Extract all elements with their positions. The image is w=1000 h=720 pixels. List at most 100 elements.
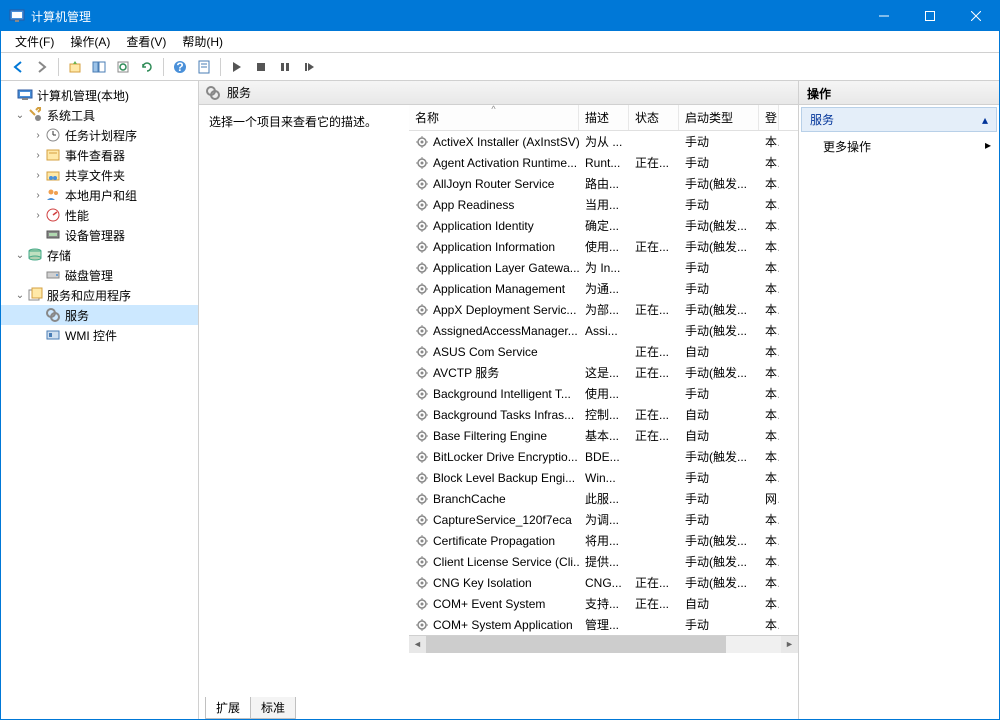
collapse-icon[interactable]: ⌄ <box>13 250 27 261</box>
tree-wmi[interactable]: WMI 控件 <box>1 325 198 345</box>
disk-icon <box>45 267 61 283</box>
actions-section[interactable]: 服务 ▴ <box>801 107 997 132</box>
service-row[interactable]: ActiveX Installer (AxInstSV)为从 ...手动本 <box>409 131 798 152</box>
service-logon: 本 <box>759 280 779 297</box>
menu-help[interactable]: 帮助(H) <box>174 31 231 52</box>
tree-perf[interactable]: › 性能 <box>1 205 198 225</box>
service-row[interactable]: Base Filtering Engine基本...正在...自动本 <box>409 425 798 446</box>
service-startup: 手动(触发... <box>679 175 759 192</box>
gear-icon <box>415 471 429 485</box>
service-row[interactable]: Block Level Backup Engi...Win...手动本 <box>409 467 798 488</box>
expand-icon[interactable]: › <box>31 150 45 161</box>
toolbar: ? <box>1 53 999 81</box>
col-desc[interactable]: 描述 <box>579 105 629 130</box>
service-row[interactable]: AllJoyn Router Service路由...手动(触发...本 <box>409 173 798 194</box>
gear-icon <box>415 282 429 296</box>
tree-systools[interactable]: ⌄ 系统工具 <box>1 105 198 125</box>
tree-panel[interactable]: 计算机管理(本地) ⌄ 系统工具 › 任务计划程序 › 事件查看器 › 共享文件… <box>1 81 199 719</box>
maximize-button[interactable] <box>907 1 953 31</box>
service-row[interactable]: COM+ System Application管理...手动本 <box>409 614 798 635</box>
service-row[interactable]: Application Management为通...手动本 <box>409 278 798 299</box>
service-row[interactable]: Client License Service (Cli...提供...手动(触发… <box>409 551 798 572</box>
show-hide-tree-button[interactable] <box>88 56 110 78</box>
detail-pane: 选择一个项目来查看它的描述。 <box>199 105 409 697</box>
refresh-button[interactable] <box>136 56 158 78</box>
service-desc: 这是... <box>579 364 629 381</box>
tree-eventviewer[interactable]: › 事件查看器 <box>1 145 198 165</box>
service-row[interactable]: App Readiness当用...手动本 <box>409 194 798 215</box>
tree-storage[interactable]: ⌄ 存储 <box>1 245 198 265</box>
services-icon <box>45 307 61 323</box>
tab-extended[interactable]: 扩展 <box>205 697 251 719</box>
service-row[interactable]: COM+ Event System支持...正在...自动本 <box>409 593 798 614</box>
tree-svcapps[interactable]: ⌄ 服务和应用程序 <box>1 285 198 305</box>
collapse-icon[interactable]: ⌄ <box>13 290 27 301</box>
scroll-right-icon[interactable]: ► <box>781 636 798 653</box>
scroll-thumb[interactable] <box>426 636 726 653</box>
tree-root[interactable]: 计算机管理(本地) <box>1 85 198 105</box>
col-logon[interactable]: 登 <box>759 105 779 130</box>
col-startup[interactable]: 启动类型 <box>679 105 759 130</box>
export-button[interactable] <box>112 56 134 78</box>
horizontal-scrollbar[interactable]: ◄ ► <box>409 635 798 652</box>
tree-services[interactable]: 服务 <box>1 305 198 325</box>
service-row[interactable]: Background Tasks Infras...控制...正在...自动本 <box>409 404 798 425</box>
service-row[interactable]: Application Identity确定...手动(触发...本 <box>409 215 798 236</box>
expand-icon[interactable]: › <box>31 130 45 141</box>
up-button[interactable] <box>64 56 86 78</box>
tree-scheduler[interactable]: › 任务计划程序 <box>1 125 198 145</box>
service-startup: 自动 <box>679 406 759 423</box>
service-row[interactable]: Certificate Propagation将用...手动(触发...本 <box>409 530 798 551</box>
tree-label: 性能 <box>65 207 89 224</box>
collapse-icon[interactable]: ▴ <box>982 113 988 127</box>
service-startup: 手动 <box>679 511 759 528</box>
collapse-icon[interactable]: ⌄ <box>13 110 27 121</box>
scroll-left-icon[interactable]: ◄ <box>409 636 426 653</box>
help-button[interactable]: ? <box>169 56 191 78</box>
expand-icon[interactable]: › <box>31 170 45 181</box>
gear-icon <box>415 534 429 548</box>
service-row[interactable]: Application Layer Gatewa...为 In...手动本 <box>409 257 798 278</box>
service-name: Base Filtering Engine <box>433 429 547 443</box>
expand-icon[interactable]: › <box>31 210 45 221</box>
service-row[interactable]: AVCTP 服务这是...正在...手动(触发...本 <box>409 362 798 383</box>
wmi-icon <box>45 327 61 343</box>
service-row[interactable]: ASUS Com Service正在...自动本 <box>409 341 798 362</box>
service-row[interactable]: AssignedAccessManager...Assi...手动(触发...本 <box>409 320 798 341</box>
tree-devmgr[interactable]: 设备管理器 <box>1 225 198 245</box>
stop-service-button[interactable] <box>250 56 272 78</box>
service-row[interactable]: Application Information使用...正在...手动(触发..… <box>409 236 798 257</box>
service-row[interactable]: BranchCache此服...手动网 <box>409 488 798 509</box>
minimize-button[interactable] <box>861 1 907 31</box>
pause-service-button[interactable] <box>274 56 296 78</box>
service-desc: 支持... <box>579 595 629 612</box>
service-row[interactable]: BitLocker Drive Encryptio...BDE...手动(触发.… <box>409 446 798 467</box>
tree-diskmgmt[interactable]: 磁盘管理 <box>1 265 198 285</box>
service-row[interactable]: CaptureService_120f7eca为调...手动本 <box>409 509 798 530</box>
forward-button[interactable] <box>31 56 53 78</box>
service-row[interactable]: AppX Deployment Servic...为部...正在...手动(触发… <box>409 299 798 320</box>
restart-service-button[interactable] <box>298 56 320 78</box>
clock-icon <box>45 127 61 143</box>
service-name: Application Information <box>433 240 555 254</box>
services-list[interactable]: 名称 描述 状态 启动类型 登 ActiveX Installer (AxIns… <box>409 105 798 697</box>
close-button[interactable] <box>953 1 999 31</box>
back-button[interactable] <box>7 56 29 78</box>
col-name[interactable]: 名称 <box>409 105 579 130</box>
menu-file[interactable]: 文件(F) <box>7 31 62 52</box>
properties-button[interactable] <box>193 56 215 78</box>
tree-users[interactable]: › 本地用户和组 <box>1 185 198 205</box>
service-row[interactable]: CNG Key IsolationCNG...正在...手动(触发...本 <box>409 572 798 593</box>
service-row[interactable]: Agent Activation Runtime...Runt...正在...手… <box>409 152 798 173</box>
expand-icon[interactable]: › <box>31 190 45 201</box>
start-service-button[interactable] <box>226 56 248 78</box>
menu-action[interactable]: 操作(A) <box>62 31 118 52</box>
service-logon: 本 <box>759 364 779 381</box>
tab-standard[interactable]: 标准 <box>250 697 296 719</box>
service-row[interactable]: Background Intelligent T...使用...手动本 <box>409 383 798 404</box>
tree-shared[interactable]: › 共享文件夹 <box>1 165 198 185</box>
actions-more[interactable]: 更多操作 ▸ <box>799 134 999 159</box>
menu-view[interactable]: 查看(V) <box>118 31 174 52</box>
service-desc: 路由... <box>579 175 629 192</box>
col-status[interactable]: 状态 <box>629 105 679 130</box>
